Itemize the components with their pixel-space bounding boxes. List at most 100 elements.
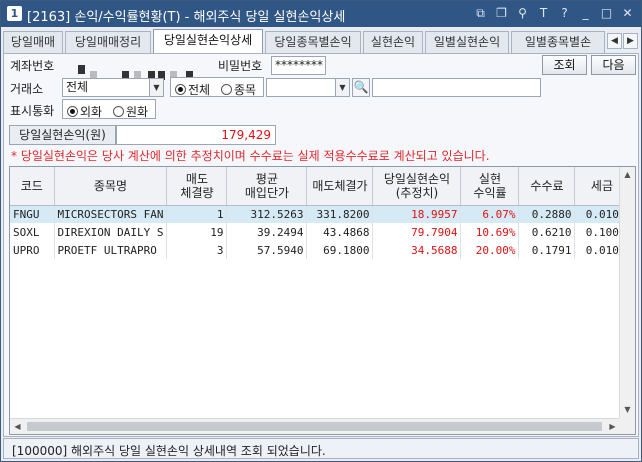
radio-all-label: 전체: [188, 83, 211, 97]
status-bar: [100000] 해외주식 당일 실현손익 상세내역 조회 되었습니다.: [3, 438, 639, 459]
stock-name-field[interactable]: [372, 78, 541, 97]
link-icon[interactable]: ⧉: [473, 5, 488, 21]
tab-daily-by-stock[interactable]: 당일종목별손익: [265, 31, 361, 53]
radio-won[interactable]: 원화: [113, 103, 148, 120]
maximize-icon[interactable]: □: [599, 5, 614, 21]
main-panel: 계좌번호 비밀번호 ******** 조회 다음 거래소 전체 ▼ 전체 종목 …: [3, 53, 639, 437]
copy-icon[interactable]: ❐: [494, 5, 509, 21]
cell-name: MICROSECTORS FAN: [54, 205, 168, 223]
cell-avg-buy-price: 57.5940: [226, 241, 308, 259]
password-field[interactable]: ********: [271, 56, 326, 75]
header-sell-price[interactable]: 매도체결가: [306, 167, 374, 206]
cell-name: DIREXION DAILY S: [54, 223, 168, 241]
header-avg-buy-price[interactable]: 평균 매입단가: [226, 167, 308, 206]
realized-detail-grid: 코드 종목명 매도 체결량 평균 매입단가 매도체결가 당일실현손익 (추정치)…: [9, 166, 636, 435]
cell-sell-qty: 1: [166, 205, 228, 223]
notice-text: * 당일실현손익은 당사 계산에 의한 추정치이며 수수료는 실제 적용수수료로…: [11, 149, 490, 163]
tab-scroll-right-icon[interactable]: ▶: [623, 33, 638, 49]
cell-sell-qty: 19: [166, 223, 228, 241]
radio-won-label: 원화: [126, 105, 149, 119]
cell-realized-pl: 18.9957: [372, 205, 462, 223]
title-bar[interactable]: 1 [2163] 손익/수익률현황(T) - 해외주식 당일 실현손익상세 ⧉ …: [1, 1, 641, 27]
pin-icon[interactable]: ⚲: [515, 5, 530, 21]
table-header-row: 코드 종목명 매도 체결량 평균 매입단가 매도체결가 당일실현손익 (추정치)…: [10, 167, 630, 206]
cell-avg-buy-price: 39.2494: [226, 223, 308, 241]
cell-name: PROETF ULTRAPRO: [54, 241, 168, 259]
horizontal-scrollbar[interactable]: ◀ ▶: [10, 418, 620, 434]
realized-pl-label: 당일실현손익(원): [9, 125, 116, 145]
stock-code-combo[interactable]: ▼: [266, 78, 350, 97]
radio-stock[interactable]: 종목: [221, 81, 256, 98]
radio-foreign-dot: [67, 106, 78, 117]
title-icons: ⧉ ❐ ⚲ T ? _ □ ✕: [473, 5, 635, 21]
currency-radio-group: 외화 원화: [62, 99, 156, 119]
cell-sell-price: 331.8200: [306, 205, 374, 223]
tab-daily-realized-detail[interactable]: 당일실현손익상세: [153, 29, 263, 53]
cell-fee: 0.6210: [518, 223, 576, 241]
radio-foreign-label: 외화: [80, 105, 103, 119]
tab-daily-realized-pl[interactable]: 일별실현손익: [425, 31, 509, 53]
header-fee[interactable]: 수수료: [518, 167, 576, 206]
help-icon[interactable]: ?: [557, 5, 572, 21]
tab-bar: 당일매매 당일매매정리 당일실현손익상세 당일종목별손익 실현손익 일별실현손익…: [3, 29, 639, 53]
next-button[interactable]: 다음: [591, 55, 636, 75]
cell-avg-buy-price: 312.5263: [226, 205, 308, 223]
table-row[interactable]: SOXL DIREXION DAILY S 19 39.2494 43.4868…: [10, 223, 630, 241]
cell-sell-qty: 3: [166, 241, 228, 259]
password-label: 비밀번호: [218, 59, 263, 73]
stock-filter-radio-group: 전체 종목: [170, 77, 264, 97]
exchange-select[interactable]: 전체 ▼: [62, 78, 164, 97]
header-return-rate[interactable]: 실현 수익률: [460, 167, 520, 206]
cell-fee: 0.2880: [518, 205, 576, 223]
header-daily-realized-pl[interactable]: 당일실현손익 (추정치): [372, 167, 462, 206]
scroll-corner: [619, 418, 635, 434]
radio-all-dot: [175, 84, 186, 95]
radio-all[interactable]: 전체: [175, 81, 210, 98]
radio-won-dot: [113, 106, 124, 117]
exchange-select-value: 전체: [66, 80, 89, 94]
status-message: [100000] 해외주식 당일 실현손익 상세내역 조회 되었습니다.: [12, 444, 326, 458]
window-number-icon: 1: [7, 6, 22, 21]
header-sell-qty[interactable]: 매도 체결량: [166, 167, 228, 206]
radio-foreign-currency[interactable]: 외화: [67, 103, 102, 120]
tab-realized-pl[interactable]: 실현손익: [363, 31, 423, 53]
table-row[interactable]: UPRO PROETF ULTRAPRO 3 57.5940 69.1800 3…: [10, 241, 630, 259]
radio-stock-label: 종목: [234, 83, 257, 97]
search-icon[interactable]: 🔍: [352, 78, 370, 97]
close-icon[interactable]: ✕: [620, 5, 635, 21]
chevron-down-icon[interactable]: ▼: [149, 79, 163, 96]
cell-return-rate: 20.00%: [460, 241, 520, 259]
scroll-right-icon[interactable]: ▶: [605, 419, 620, 434]
cell-code: FNGU: [10, 205, 55, 223]
vertical-scrollbar[interactable]: ▲ ▼: [619, 167, 635, 418]
cell-code: SOXL: [10, 223, 55, 241]
tab-daily-trade-summary[interactable]: 당일매매정리: [65, 31, 151, 53]
text-icon[interactable]: T: [536, 5, 551, 21]
app-window: 1 [2163] 손익/수익률현황(T) - 해외주식 당일 실현손익상세 ⧉ …: [0, 0, 642, 462]
tab-daily-stock-pl[interactable]: 일별종목별손: [511, 31, 605, 53]
scroll-left-icon[interactable]: ◀: [10, 419, 25, 434]
tab-daily-trades[interactable]: 당일매매: [3, 31, 63, 53]
cell-realized-pl: 34.5688: [372, 241, 462, 259]
tab-scroll-left-icon[interactable]: ◀: [607, 33, 622, 49]
header-code[interactable]: 코드: [10, 167, 55, 206]
cell-realized-pl: 79.7904: [372, 223, 462, 241]
query-button[interactable]: 조회: [542, 55, 587, 75]
cell-fee: 0.1791: [518, 241, 576, 259]
horizontal-scroll-thumb[interactable]: [27, 422, 602, 431]
account-label: 계좌번호: [10, 59, 55, 73]
realized-pl-value: 179,429: [116, 125, 276, 145]
cell-sell-price: 69.1800: [306, 241, 374, 259]
cell-code: UPRO: [10, 241, 55, 259]
chevron-down-icon[interactable]: ▼: [335, 79, 349, 96]
cell-sell-price: 43.4868: [306, 223, 374, 241]
minimize-icon[interactable]: _: [578, 5, 593, 21]
realized-detail-table: 코드 종목명 매도 체결량 평균 매입단가 매도체결가 당일실현손익 (추정치)…: [10, 167, 630, 259]
scroll-down-icon[interactable]: ▼: [620, 402, 635, 418]
scroll-up-icon[interactable]: ▲: [620, 167, 635, 183]
exchange-label: 거래소: [10, 82, 44, 96]
radio-stock-dot: [221, 84, 232, 95]
table-row[interactable]: FNGU MICROSECTORS FAN 1 312.5263 331.820…: [10, 205, 630, 223]
window-title: [2163] 손익/수익률현황(T) - 해외주식 당일 실현손익상세: [27, 10, 346, 25]
header-name[interactable]: 종목명: [54, 167, 168, 206]
